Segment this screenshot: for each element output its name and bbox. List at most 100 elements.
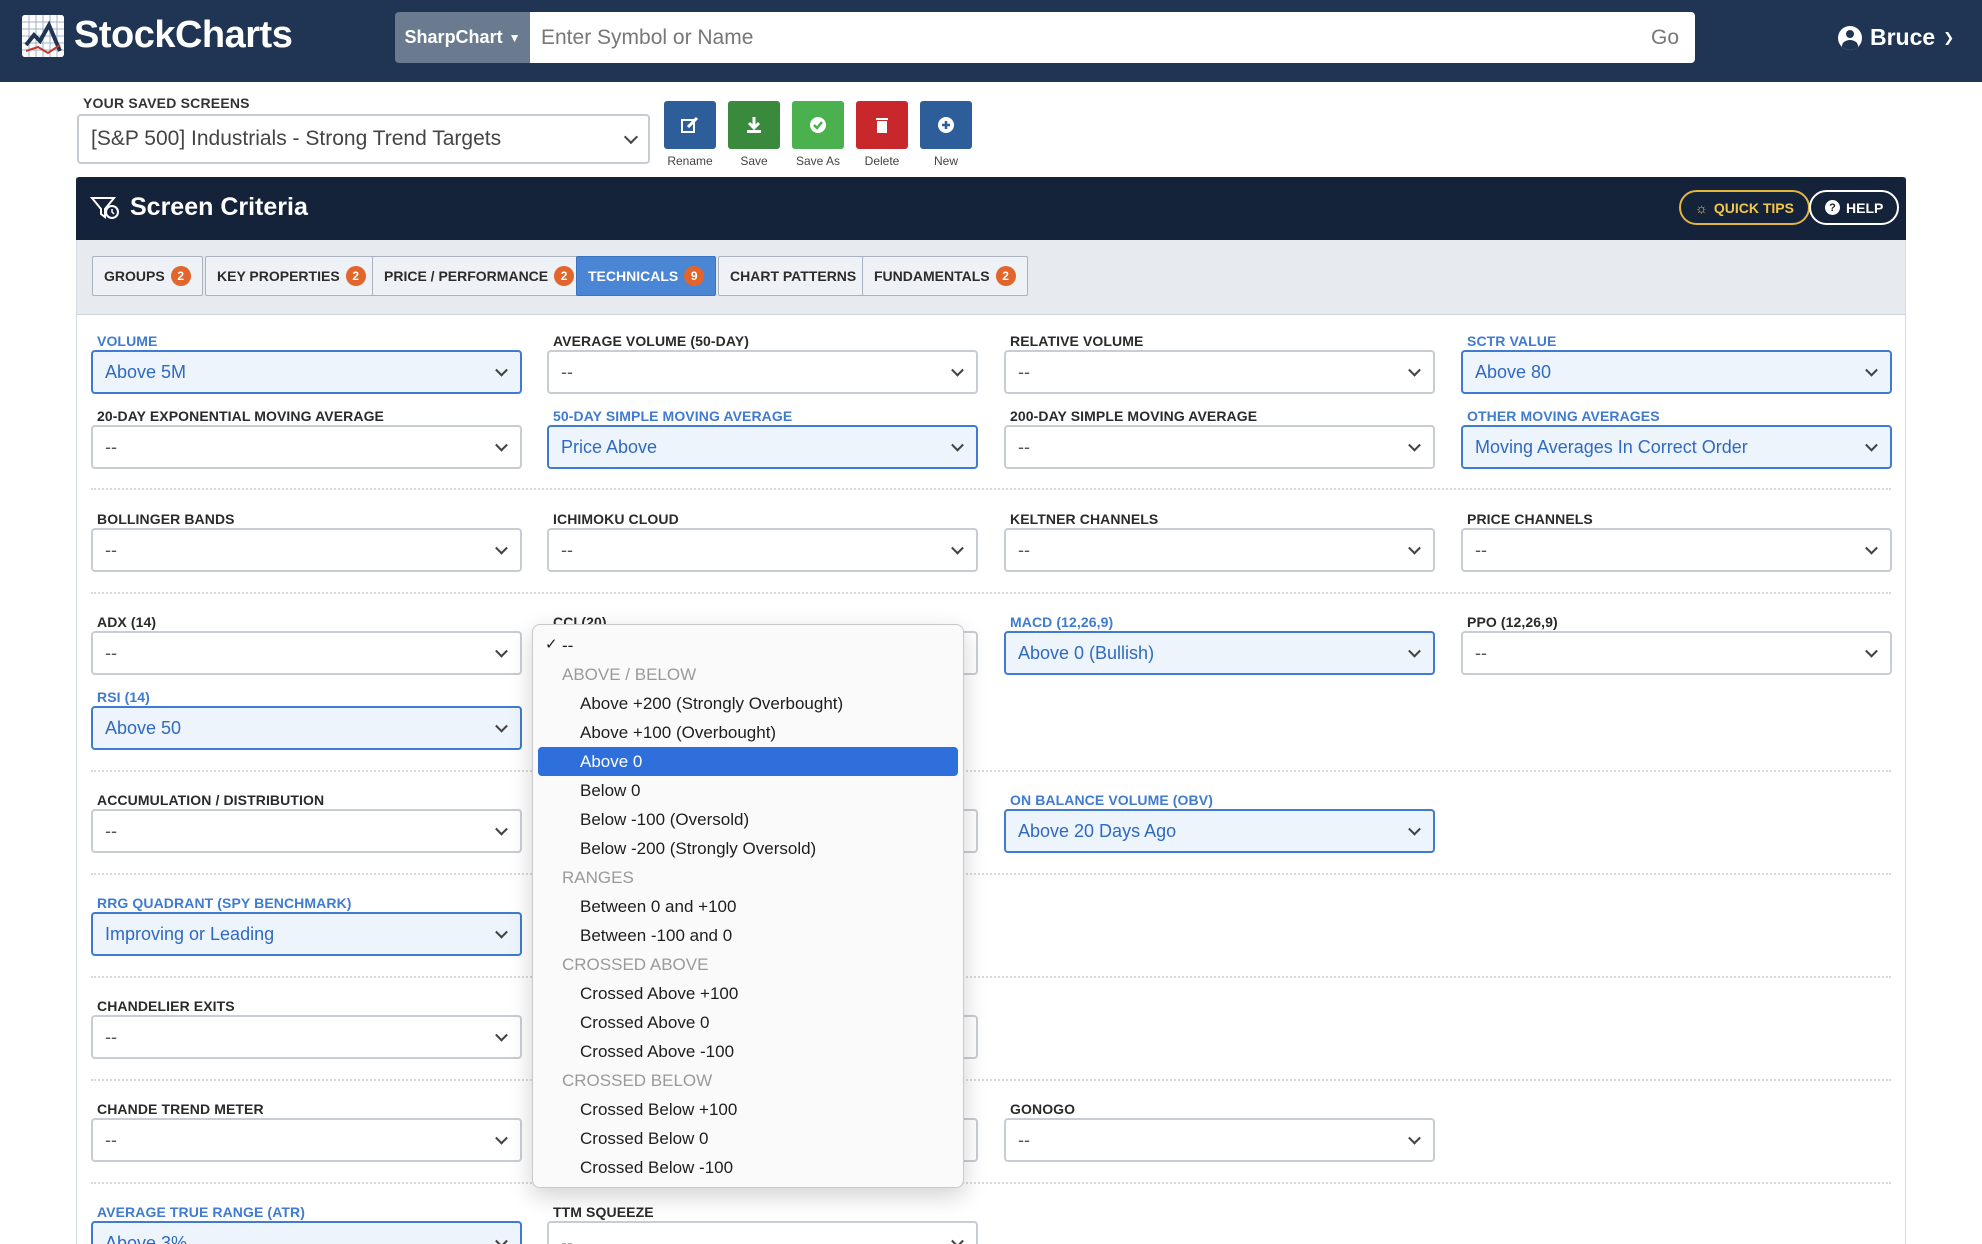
chande-label: CHANDE TREND METER <box>97 1101 264 1117</box>
chevron-down-icon <box>1408 438 1421 452</box>
sma200-select[interactable]: -- <box>1004 425 1435 469</box>
saved-screen-select[interactable]: [S&P 500] Industrials - Strong Trend Tar… <box>77 114 650 164</box>
chevron-down-icon: ▼ <box>508 30 521 45</box>
new-button[interactable] <box>920 101 972 149</box>
dropdown-option[interactable]: ✓ -- <box>533 631 963 660</box>
select-value: Above 20 Days Ago <box>1018 820 1177 841</box>
keltner-label: KELTNER CHANNELS <box>1010 511 1159 527</box>
dropdown-option-selected[interactable]: Above 0 <box>538 747 958 776</box>
dropdown-option[interactable]: Below -100 (Oversold) <box>533 805 963 834</box>
save-as-label: Save As <box>795 154 841 168</box>
chevron-down-icon <box>1408 644 1421 658</box>
section-divider <box>91 592 1891 594</box>
dropdown-option[interactable]: Below -200 (Strongly Oversold) <box>533 834 963 863</box>
tab-groups[interactable]: GROUPS 2 <box>92 256 203 296</box>
adx-select[interactable]: -- <box>91 631 522 675</box>
chart-type-dropdown[interactable]: SharpChart ▼ <box>395 12 530 63</box>
user-avatar-icon <box>1838 25 1862 50</box>
section-divider <box>91 976 1891 978</box>
select-value: -- <box>561 539 573 560</box>
tab-fundamentals[interactable]: FUNDAMENTALS 2 <box>862 256 1028 296</box>
volume-select[interactable]: Above 5M <box>91 350 522 394</box>
symbol-search-input[interactable] <box>530 12 1635 63</box>
quick-tips-button[interactable]: ☼ QUICK TIPS <box>1679 190 1810 225</box>
dropdown-option[interactable]: Below 0 <box>533 776 963 805</box>
dropdown-option[interactable]: Crossed Below 0 <box>533 1124 963 1153</box>
select-value: -- <box>105 436 117 457</box>
section-divider <box>91 873 1891 875</box>
avg-volume-select[interactable]: -- <box>547 350 978 394</box>
keltner-select[interactable]: -- <box>1004 528 1435 572</box>
tab-key-properties[interactable]: KEY PROPERTIES 2 <box>205 256 378 296</box>
dropdown-option[interactable]: Crossed Above +100 <box>533 979 963 1008</box>
delete-button[interactable] <box>856 101 908 149</box>
macd-select[interactable]: Above 0 (Bullish) <box>1004 631 1435 675</box>
save-as-button[interactable] <box>792 101 844 149</box>
quick-tips-label: QUICK TIPS <box>1713 199 1794 216</box>
chandelier-select[interactable]: -- <box>91 1015 522 1059</box>
symbol-search-box: Go <box>530 12 1695 63</box>
section-divider <box>91 770 1891 772</box>
dropdown-option[interactable]: Between -100 and 0 <box>533 921 963 950</box>
dropdown-option[interactable]: Crossed Above 0 <box>533 1008 963 1037</box>
select-value: -- <box>105 1129 117 1150</box>
atr-label: AVERAGE TRUE RANGE (ATR) <box>97 1204 305 1220</box>
help-button[interactable]: ? HELP <box>1809 190 1900 225</box>
dropdown-option[interactable]: Crossed Above -100 <box>533 1037 963 1066</box>
dropdown-group-header: CROSSED ABOVE <box>562 954 709 974</box>
ttm-select[interactable]: -- <box>547 1221 978 1244</box>
saved-screens-label: YOUR SAVED SCREENS <box>83 95 250 111</box>
chevron-down-icon <box>1865 438 1878 452</box>
sma50-select[interactable]: Price Above <box>547 425 978 469</box>
dropdown-option[interactable]: Between 0 and +100 <box>533 892 963 921</box>
tab-price-performance[interactable]: PRICE / PERFORMANCE 2 <box>372 256 587 296</box>
rrg-select[interactable]: Improving or Leading <box>91 912 522 956</box>
ema20-label: 20-DAY EXPONENTIAL MOVING AVERAGE <box>97 408 384 424</box>
rename-button[interactable] <box>664 101 716 149</box>
saved-screen-value: [S&P 500] Industrials - Strong Trend Tar… <box>91 127 502 150</box>
other-ma-label: OTHER MOVING AVERAGES <box>1467 408 1660 424</box>
accdist-select[interactable]: -- <box>91 809 522 853</box>
price-channels-select[interactable]: -- <box>1461 528 1892 572</box>
check-circle-icon <box>810 117 826 133</box>
gonogo-select[interactable]: -- <box>1004 1118 1435 1162</box>
accdist-label: ACCUMULATION / DISTRIBUTION <box>97 792 325 808</box>
chevron-down-icon <box>951 541 964 555</box>
section-divider <box>91 1079 1891 1081</box>
chevron-down-icon <box>495 719 508 733</box>
chevron-down-icon <box>1408 822 1421 836</box>
chande-select[interactable]: -- <box>91 1118 522 1162</box>
ppo-select[interactable]: -- <box>1461 631 1892 675</box>
stockcharts-logo[interactable]: StockCharts <box>22 14 293 57</box>
dropdown-option[interactable]: Crossed Below -100 <box>533 1153 963 1182</box>
select-value: Moving Averages In Correct Order <box>1475 436 1748 457</box>
saved-screen-actions: Rename Save Save As Delete New <box>664 101 972 168</box>
panel-title: Screen Criteria <box>90 193 308 222</box>
sma200-label: 200-DAY SIMPLE MOVING AVERAGE <box>1010 408 1258 424</box>
delete-label: Delete <box>864 154 900 168</box>
dropdown-option[interactable]: Above +100 (Overbought) <box>533 718 963 747</box>
relative-volume-select[interactable]: -- <box>1004 350 1435 394</box>
ema20-select[interactable]: -- <box>91 425 522 469</box>
checkmark-icon: ✓ <box>545 636 558 653</box>
tab-technicals[interactable]: TECHNICALS 9 <box>576 256 717 296</box>
go-button[interactable]: Go <box>1635 12 1695 63</box>
atr-select[interactable]: Above 3% <box>91 1221 522 1244</box>
rename-action: Rename <box>664 101 716 168</box>
rsi-select[interactable]: Above 50 <box>91 706 522 750</box>
user-menu[interactable]: Bruce ❯ <box>1838 24 1954 51</box>
sctr-select[interactable]: Above 80 <box>1461 350 1892 394</box>
tab-label: FUNDAMENTALS <box>874 268 990 284</box>
tab-chart-patterns[interactable]: CHART PATTERNS <box>718 256 869 296</box>
dropdown-option[interactable]: Crossed Below +100 <box>533 1095 963 1124</box>
lightbulb-icon: ☼ <box>1695 199 1708 216</box>
other-ma-select[interactable]: Moving Averages In Correct Order <box>1461 425 1892 469</box>
help-label: HELP <box>1846 199 1884 216</box>
price-channels-label: PRICE CHANNELS <box>1467 511 1593 527</box>
save-button[interactable] <box>728 101 780 149</box>
bollinger-select[interactable]: -- <box>91 528 522 572</box>
ichimoku-select[interactable]: -- <box>547 528 978 572</box>
ppo-label: PPO (12,26,9) <box>1467 614 1558 630</box>
dropdown-option[interactable]: Above +200 (Strongly Overbought) <box>533 689 963 718</box>
obv-select[interactable]: Above 20 Days Ago <box>1004 809 1435 853</box>
